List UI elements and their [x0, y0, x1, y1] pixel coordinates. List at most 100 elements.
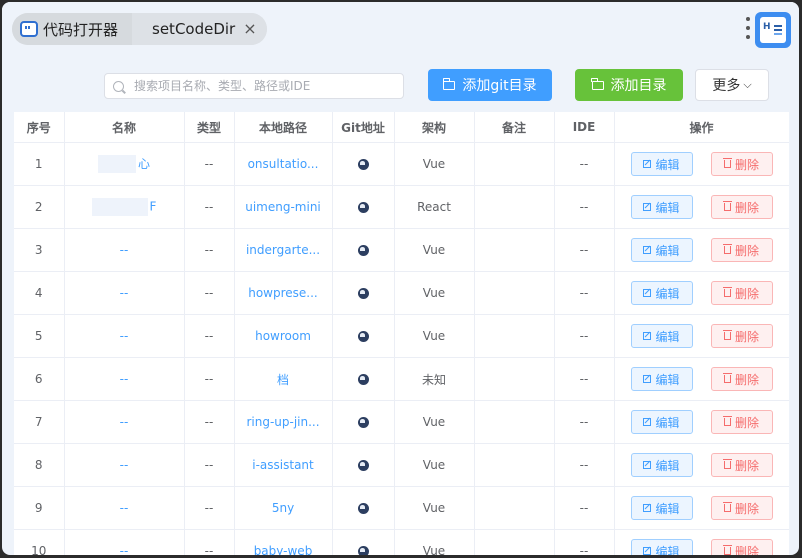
- cell-git[interactable]: [332, 486, 395, 530]
- edit-button[interactable]: 编辑: [630, 324, 693, 348]
- cell-name[interactable]: --: [64, 314, 185, 358]
- cell-name[interactable]: --: [64, 400, 185, 444]
- delete-button[interactable]: 删除: [710, 152, 773, 176]
- add-git-dir-label: 添加git目录: [462, 78, 537, 94]
- edit-button[interactable]: 编辑: [630, 453, 693, 477]
- git-icon[interactable]: [357, 245, 369, 256]
- git-icon[interactable]: [357, 159, 369, 170]
- edit-icon: [643, 203, 652, 211]
- table-row: 7 -- -- ring-up-jin... Vue -- 编辑 删除: [14, 400, 789, 444]
- git-icon[interactable]: [357, 503, 369, 514]
- cell-ide: --: [554, 529, 615, 555]
- edit-button[interactable]: 编辑: [630, 496, 693, 520]
- delete-button[interactable]: 删除: [710, 496, 773, 520]
- chevron-down-icon: ⌵: [743, 78, 752, 91]
- cell-path[interactable]: 档: [234, 357, 333, 401]
- cell-arch: 未知: [394, 357, 475, 401]
- cell-name[interactable]: F: [64, 185, 185, 229]
- cell-arch: Vue: [394, 271, 475, 315]
- search-box[interactable]: [104, 73, 404, 99]
- col-header-name: 名称: [64, 112, 185, 143]
- delete-label: 删除: [734, 286, 759, 301]
- cell-name[interactable]: --: [64, 357, 185, 401]
- git-icon[interactable]: [357, 202, 369, 213]
- cell-path[interactable]: howroom: [234, 314, 333, 358]
- cell-path[interactable]: 5ny: [234, 486, 333, 530]
- trash-icon: [722, 459, 732, 469]
- git-icon[interactable]: [357, 546, 369, 555]
- cell-index: 3: [14, 228, 65, 272]
- git-icon[interactable]: [357, 417, 369, 428]
- more-button[interactable]: 更多 ⌵: [695, 69, 769, 101]
- cell-git[interactable]: [332, 314, 395, 358]
- git-icon[interactable]: [357, 331, 369, 342]
- cell-path[interactable]: indergarte...: [234, 228, 333, 272]
- trash-icon: [722, 330, 732, 340]
- cell-path[interactable]: uimeng-mini: [234, 185, 333, 229]
- cell-name[interactable]: --: [64, 228, 185, 272]
- git-icon[interactable]: [357, 374, 369, 385]
- cell-path[interactable]: baby-web: [234, 529, 333, 555]
- edit-button[interactable]: 编辑: [630, 367, 693, 391]
- delete-button[interactable]: 删除: [710, 367, 773, 391]
- cell-git[interactable]: [332, 400, 395, 444]
- col-header-index: 序号: [14, 112, 65, 143]
- tab-code-opener[interactable]: 代码打开器: [12, 13, 133, 45]
- cell-name[interactable]: --: [64, 271, 185, 315]
- git-icon[interactable]: [357, 288, 369, 299]
- cell-name[interactable]: 心: [64, 142, 185, 186]
- delete-button[interactable]: 删除: [710, 453, 773, 477]
- delete-button[interactable]: 删除: [710, 281, 773, 305]
- close-icon[interactable]: ×: [243, 21, 256, 37]
- table-row: 3 -- -- indergarte... Vue -- 编辑 删除: [14, 228, 789, 272]
- edit-button[interactable]: 编辑: [630, 195, 693, 219]
- cell-path[interactable]: i-assistant: [234, 443, 333, 487]
- delete-button[interactable]: 删除: [710, 410, 773, 434]
- cell-arch: Vue: [394, 314, 475, 358]
- cell-name[interactable]: --: [64, 443, 185, 487]
- cell-git[interactable]: [332, 357, 395, 401]
- trash-icon: [722, 502, 732, 512]
- delete-button[interactable]: 删除: [710, 539, 773, 555]
- delete-button[interactable]: 删除: [710, 238, 773, 262]
- edit-button[interactable]: 编辑: [630, 281, 693, 305]
- cell-note: [474, 400, 555, 444]
- col-header-ide: IDE: [554, 112, 615, 143]
- app-window: 代码打开器 setCodeDir × 添加git目录 添加目录 更多 ⌵: [2, 2, 799, 555]
- app-logo-icon[interactable]: [755, 12, 791, 48]
- cell-name[interactable]: --: [64, 529, 185, 555]
- cell-git[interactable]: [332, 142, 395, 186]
- delete-label: 删除: [734, 243, 759, 258]
- cell-git[interactable]: [332, 443, 395, 487]
- cell-path[interactable]: onsultatio...: [234, 142, 333, 186]
- edit-button[interactable]: 编辑: [630, 238, 693, 262]
- cell-git[interactable]: [332, 529, 395, 555]
- cell-git[interactable]: [332, 271, 395, 315]
- search-input[interactable]: [132, 78, 396, 94]
- trash-icon: [722, 287, 732, 297]
- delete-label: 删除: [734, 200, 759, 215]
- cell-path[interactable]: howprese...: [234, 271, 333, 315]
- cell-git[interactable]: [332, 228, 395, 272]
- more-vertical-icon[interactable]: [746, 17, 750, 39]
- edit-button[interactable]: 编辑: [630, 410, 693, 434]
- add-dir-button[interactable]: 添加目录: [575, 69, 683, 101]
- add-git-dir-button[interactable]: 添加git目录: [428, 69, 552, 101]
- table-row: 1 心 -- onsultatio... Vue -- 编辑 删除: [14, 142, 789, 186]
- edit-button[interactable]: 编辑: [630, 539, 693, 555]
- cell-name[interactable]: --: [64, 486, 185, 530]
- git-icon[interactable]: [357, 460, 369, 471]
- cell-git[interactable]: [332, 185, 395, 229]
- cell-path[interactable]: ring-up-jin...: [234, 400, 333, 444]
- tab-setcodedir[interactable]: setCodeDir ×: [132, 13, 267, 45]
- cell-index: 8: [14, 443, 65, 487]
- cell-type: --: [184, 185, 235, 229]
- edit-button[interactable]: 编辑: [630, 152, 693, 176]
- cell-actions: 编辑 删除: [614, 142, 789, 186]
- cell-ide: --: [554, 400, 615, 444]
- col-header-path: 本地路径: [234, 112, 333, 143]
- tab-label: 代码打开器: [43, 20, 119, 39]
- delete-button[interactable]: 删除: [710, 195, 773, 219]
- cell-type: --: [184, 486, 235, 530]
- delete-button[interactable]: 删除: [710, 324, 773, 348]
